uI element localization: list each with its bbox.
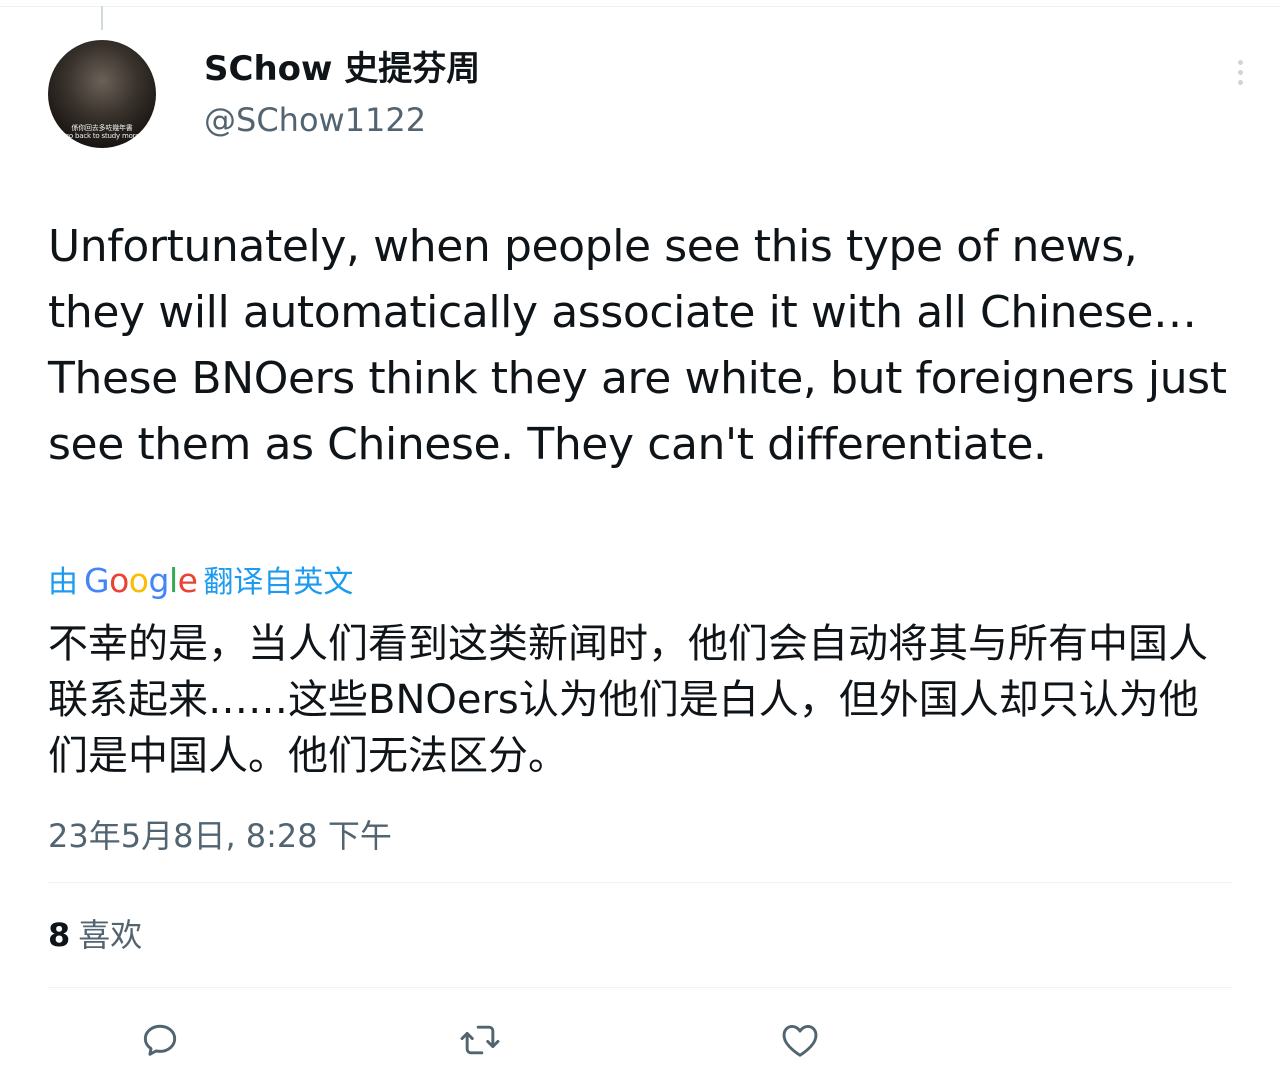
tweet-timestamp[interactable]: 23年5月8日, 8:28 下午 — [48, 815, 392, 857]
action-bar — [0, 1008, 1280, 1068]
heart-icon — [782, 1024, 818, 1057]
avatar-caption-line1: 係你回去多咗幾年書 — [71, 124, 133, 132]
google-logo: Google — [84, 561, 198, 600]
thread-connector — [101, 6, 103, 30]
more-dot — [1237, 79, 1243, 85]
top-divider — [0, 6, 1280, 7]
tweet-text: Unfortunately, when people see this type… — [48, 221, 1227, 470]
more-vertical-icon — [1237, 59, 1243, 65]
translation-notice: 由 Google 翻译自英文 — [48, 561, 353, 603]
translation-source-link[interactable]: 翻译自英文 — [203, 563, 353, 603]
like-button[interactable] — [776, 1016, 824, 1064]
avatar-caption: 係你回去多咗幾年書 go back to study more — [48, 124, 156, 140]
reply-button[interactable] — [136, 1016, 184, 1064]
avatar[interactable]: 係你回去多咗幾年書 go back to study more — [48, 40, 156, 148]
avatar-caption-line2: go back to study more — [64, 132, 140, 140]
likes-label: 喜欢 — [78, 916, 143, 954]
author-handle[interactable]: @SChow1122 — [204, 100, 426, 140]
likes-count: 8 — [48, 916, 71, 954]
translation-prefix: 由 — [48, 565, 78, 600]
translated-text: 不幸的是，当人们看到这类新闻时，他们会自动将其与所有中国人联系起来……这些BNO… — [48, 621, 1208, 779]
retweet-icon — [460, 1025, 500, 1055]
likes-summary[interactable]: 8 喜欢 — [48, 913, 142, 957]
author-display-name[interactable]: SChow 史提芬周 — [204, 48, 480, 90]
more-options-button[interactable] — [1226, 52, 1254, 92]
reply-icon — [143, 1024, 177, 1056]
divider-bottom — [48, 987, 1232, 988]
more-dot — [1237, 69, 1243, 75]
divider-top — [48, 882, 1232, 883]
retweet-button[interactable] — [456, 1016, 504, 1064]
